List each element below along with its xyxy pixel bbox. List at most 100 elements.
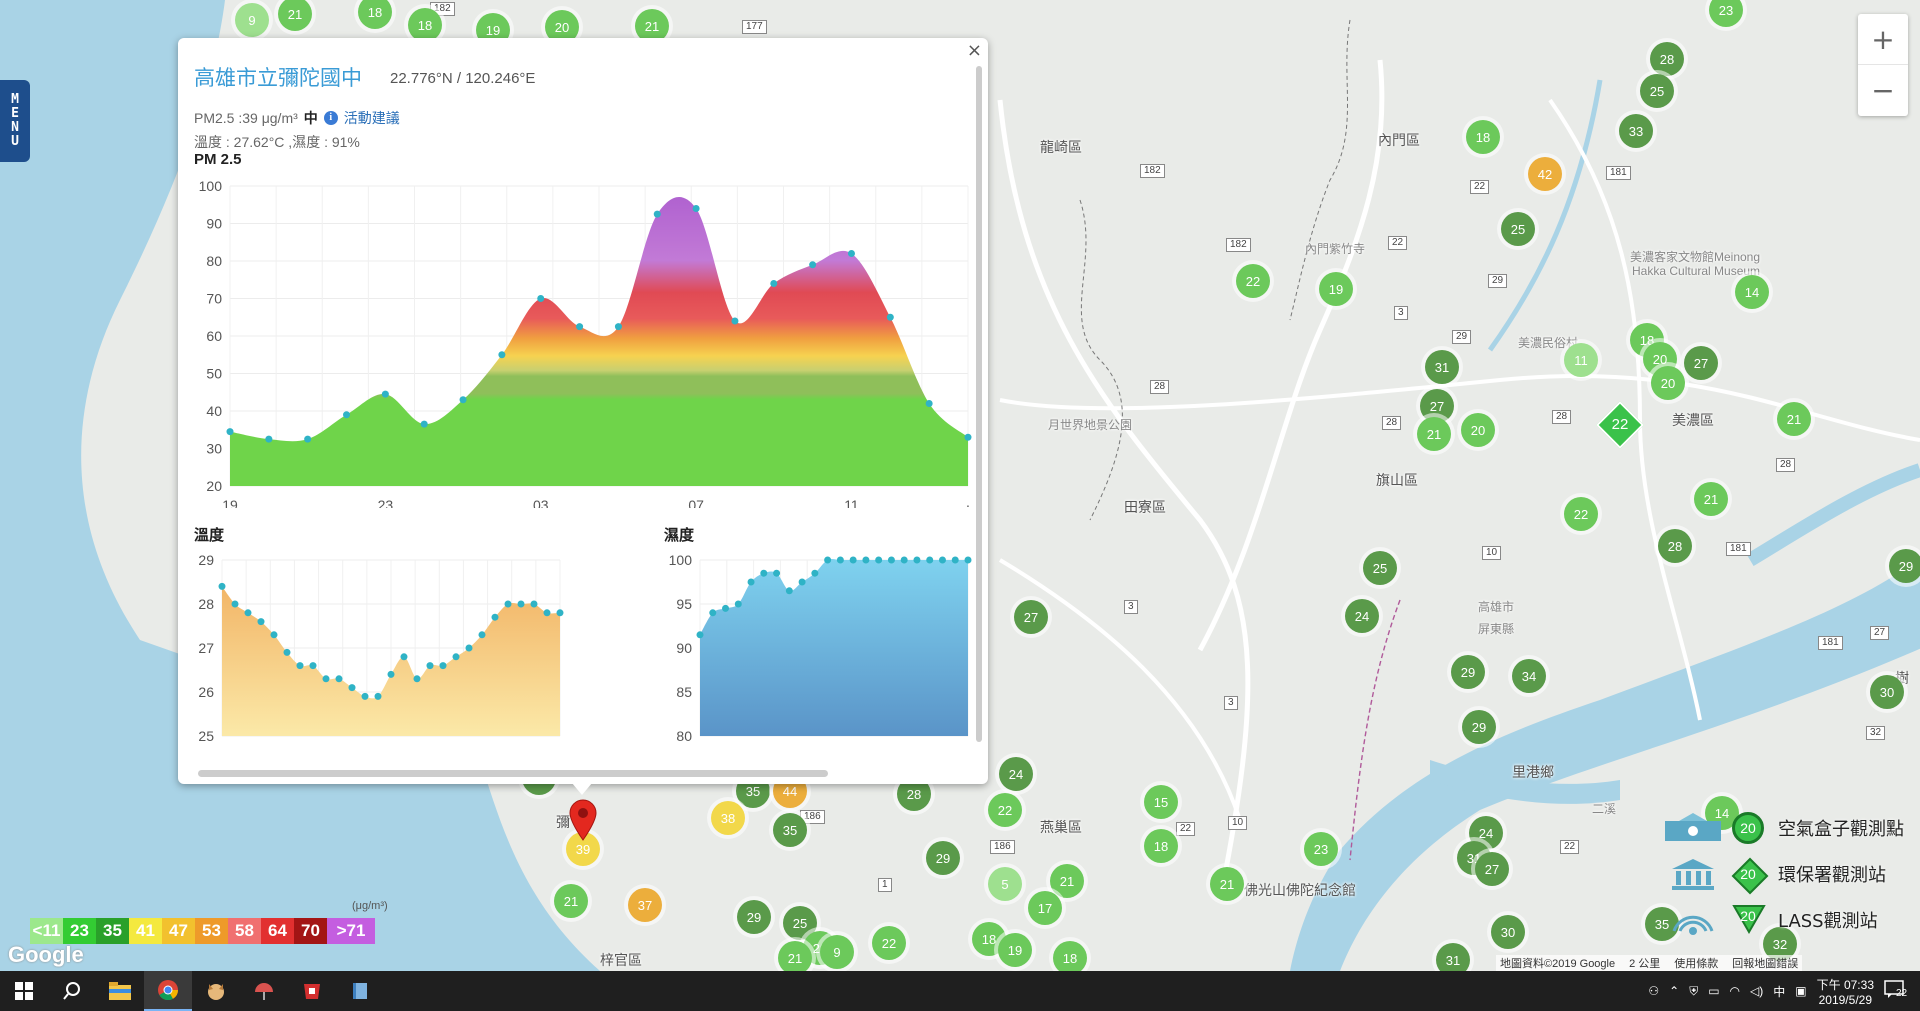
clock[interactable]: 下午 07:33 2019/5/29 [1817,976,1874,1007]
sensor-marker[interactable]: 29 [737,900,771,934]
sensor-marker[interactable]: 21 [1417,417,1451,451]
sensor-marker[interactable]: 27 [1475,852,1509,886]
data-point [335,675,343,683]
y-tick-label: 80 [676,728,692,742]
app-red-icon[interactable] [288,971,336,1011]
sensor-marker[interactable]: 25 [1640,74,1674,108]
sensor-marker[interactable]: 15 [1144,785,1178,819]
sensor-marker[interactable]: 21 [554,884,588,918]
sensor-marker[interactable]: 5 [988,867,1022,901]
sensor-marker[interactable]: 30 [1870,675,1904,709]
station-title[interactable]: 高雄市立彌陀國中 [194,62,362,92]
sensor-marker[interactable]: 30 [1491,915,1525,949]
terms-link[interactable]: 使用條款 [1674,955,1718,971]
sensor-marker[interactable]: 24 [1345,599,1379,633]
place-label: 佛光山佛陀紀念館 [1244,882,1356,898]
horizontal-scrollbar[interactable] [198,770,828,777]
menu-tab[interactable]: M E N U [0,80,30,162]
report-error-link[interactable]: 回報地圖錯誤 [1732,955,1798,971]
x-tick-label: · [966,497,971,508]
road-shield: 29 [1488,274,1508,288]
sensor-marker[interactable]: 19 [998,933,1032,967]
sensor-marker[interactable]: 20 [1461,413,1495,447]
sensor-marker[interactable]: 28 [1658,529,1692,563]
sensor-marker[interactable]: 18 [1053,941,1087,975]
sensor-marker[interactable]: 21 [1050,864,1084,898]
zoom-in-button[interactable]: + [1858,14,1908,65]
close-button[interactable]: × [967,40,982,61]
app-umbrella-icon[interactable] [240,971,288,1011]
wifi-icon[interactable]: ◠ [1730,984,1740,998]
epa-badge-value: 20 [1740,866,1756,882]
chrome-icon[interactable] [144,971,192,1011]
app-fox-icon[interactable] [192,971,240,1011]
volume-icon[interactable]: ◁) [1750,984,1763,998]
sensor-marker[interactable]: 34 [1512,659,1546,693]
zoom-out-button[interactable]: − [1858,65,1908,115]
sensor-marker[interactable]: 11 [1564,343,1598,377]
x-tick-label: 03 [533,497,549,508]
sensor-marker[interactable]: 19 [1319,272,1353,306]
app-book-icon[interactable] [336,971,384,1011]
sensor-marker[interactable]: 9 [235,3,269,37]
search-icon[interactable] [48,971,96,1011]
location-pin-icon[interactable] [568,798,598,842]
sensor-marker[interactable]: 29 [1462,710,1496,744]
data-point [304,435,312,443]
info-icon[interactable]: i [323,111,338,125]
sensor-marker[interactable]: 31 [1425,350,1459,384]
sensor-marker[interactable]: 42 [1528,157,1562,191]
sensor-marker[interactable]: 28 [1650,42,1684,76]
sensor-marker[interactable]: 22 [1564,497,1598,531]
sensor-marker[interactable]: 14 [1735,275,1769,309]
diamond-marker-value: 22 [1611,416,1629,433]
sensor-marker[interactable]: 21 [1210,867,1244,901]
data-point [886,313,894,321]
building-icon [1660,856,1726,892]
chevron-up-icon[interactable]: ⌃ [1669,984,1679,998]
legend-swatch: 35 [96,918,129,944]
sensor-marker[interactable]: 18 [1144,829,1178,863]
sensor-marker[interactable]: 25 [1363,551,1397,585]
road-shield: 181 [1726,542,1751,556]
input-method-icon[interactable]: ▣ [1795,984,1806,998]
sensor-marker[interactable]: 21 [1694,482,1728,516]
road-shield: 1 [878,878,892,892]
sensor-marker[interactable]: 9 [820,935,854,969]
data-point [244,609,252,617]
sensor-marker[interactable]: 22 [872,926,906,960]
sensor-marker[interactable]: 18 [1466,120,1500,154]
sensor-marker[interactable]: 22 [1236,264,1270,298]
sensor-marker[interactable]: 37 [628,888,662,922]
sensor-marker[interactable]: 27 [1014,600,1048,634]
sensor-marker[interactable]: 29 [926,841,960,875]
sensor-marker[interactable]: 21 [1777,402,1811,436]
sensor-marker[interactable]: 38 [711,801,745,835]
data-point [709,609,717,617]
sensor-marker[interactable]: 24 [999,757,1033,791]
google-logo: Google [8,942,84,967]
sensor-marker[interactable]: 21 [778,941,812,975]
people-icon[interactable]: ⚇ [1648,984,1659,998]
data-point [811,569,819,577]
sensor-marker[interactable]: 18 [408,8,442,42]
sensor-marker[interactable]: 35 [773,813,807,847]
data-point [722,604,730,612]
sensor-marker[interactable]: 29 [1451,655,1485,689]
battery-icon[interactable]: ▭ [1708,984,1719,998]
file-explorer-icon[interactable] [96,971,144,1011]
vertical-scrollbar[interactable] [976,66,982,742]
notification-center-icon[interactable]: 22 [1884,980,1910,1002]
sensor-marker[interactable]: 17 [1028,891,1062,925]
sensor-marker[interactable]: 22 [988,793,1022,827]
sensor-marker[interactable]: 29 [1889,549,1920,583]
security-icon[interactable]: ⛨ [1689,984,1698,999]
windows-start-icon[interactable] [0,971,48,1011]
sensor-marker[interactable]: 33 [1619,114,1653,148]
sensor-marker[interactable]: 20 [1651,366,1685,400]
ime-indicator[interactable]: 中 [1773,983,1785,1000]
activity-advice-link[interactable]: 活動建議 [344,108,400,128]
sensor-marker[interactable]: 23 [1304,832,1338,866]
sensor-marker[interactable]: 25 [1501,212,1535,246]
sensor-marker[interactable]: 27 [1684,346,1718,380]
